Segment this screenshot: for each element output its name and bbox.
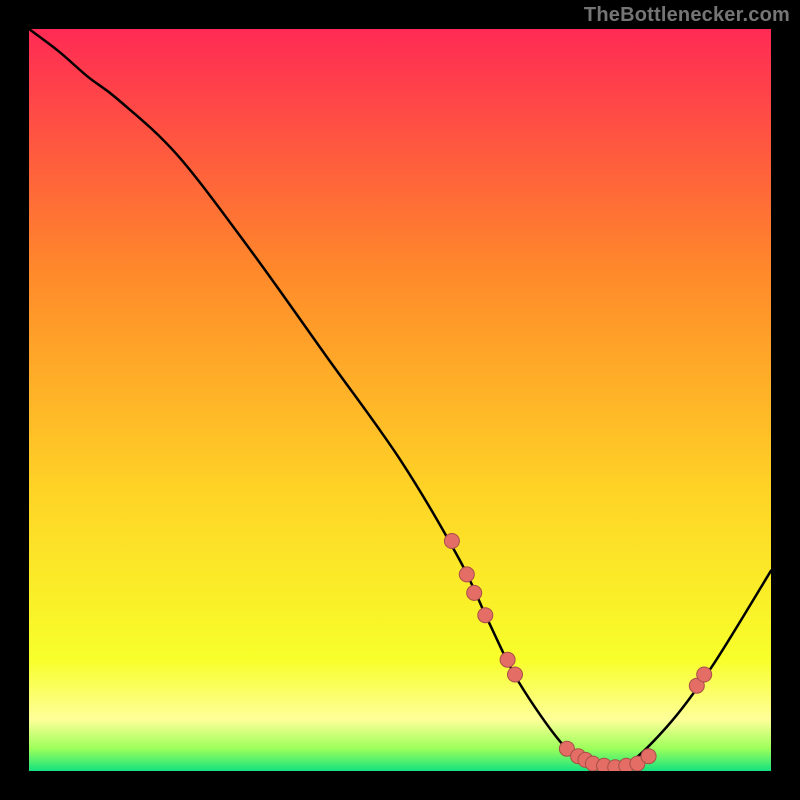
scatter-dot xyxy=(444,534,459,549)
chart-stage: TheBottlenecker.com xyxy=(0,0,800,800)
chart-svg xyxy=(29,29,771,771)
gradient-background xyxy=(29,29,771,771)
scatter-dot xyxy=(467,585,482,600)
scatter-dot xyxy=(508,667,523,682)
scatter-dot xyxy=(697,667,712,682)
watermark-text: TheBottlenecker.com xyxy=(584,4,790,27)
scatter-dot xyxy=(459,567,474,582)
scatter-dot xyxy=(478,608,493,623)
chart-plot-area xyxy=(29,29,771,771)
scatter-dot xyxy=(641,749,656,764)
scatter-dot xyxy=(500,652,515,667)
